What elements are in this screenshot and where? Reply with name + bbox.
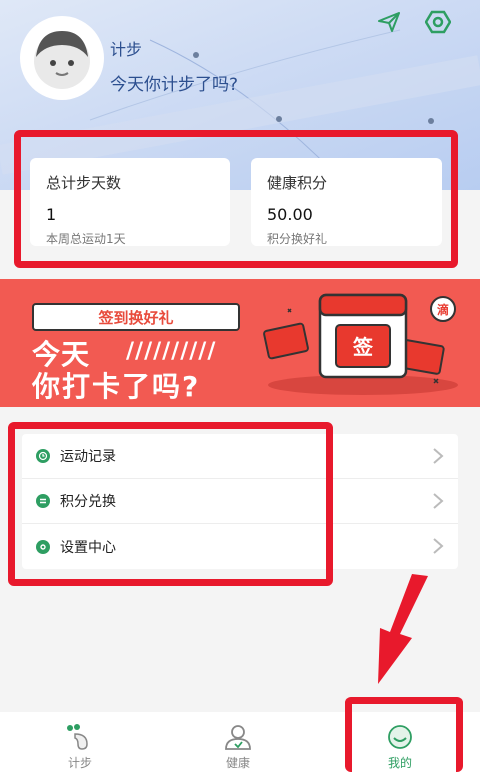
- footprint-icon: [67, 724, 88, 750]
- menu-item-label: 积分兑换: [60, 494, 116, 510]
- tab-health-label: 健康: [225, 756, 250, 770]
- total-days-value: 1: [46, 205, 57, 224]
- tab-mine[interactable]: 我的: [360, 712, 440, 772]
- health-points-title: 健康积分: [267, 174, 328, 192]
- calendar-badge-text: 签: [352, 335, 374, 359]
- menu-item-points-exchange[interactable]: 积分兑换: [22, 479, 458, 524]
- health-points-value: 50.00: [267, 205, 313, 224]
- banner-slashes: //////////: [126, 339, 217, 364]
- menu-item-label: 运动记录: [60, 449, 116, 465]
- tab-mine-label: 我的: [387, 756, 412, 770]
- chevron-right-icon: [433, 538, 444, 554]
- tab-health[interactable]: 健康: [198, 712, 278, 772]
- total-days-sub: 本周总运动1天: [46, 232, 126, 246]
- banner-line2: 你打卡了吗?: [32, 370, 201, 403]
- tab-steps-label: 计步: [67, 756, 92, 770]
- pointer-arrow-icon: [378, 574, 428, 684]
- health-person-icon: [225, 725, 251, 750]
- banner-tag: 签到换好礼: [32, 303, 240, 331]
- total-days-card[interactable]: 总计步天数 1 本周总运动1天: [30, 158, 230, 246]
- menu-item-settings-center[interactable]: 设置中心: [22, 524, 458, 569]
- checkin-banner[interactable]: 签到换好礼 今天 ////////// 你打卡了吗? 签 滴: [0, 279, 480, 407]
- menu-item-label: 设置中心: [60, 539, 116, 556]
- checkin-calendar-illustration: 签 滴: [263, 293, 458, 395]
- settings-icon: [36, 539, 50, 554]
- username: 计步: [110, 40, 143, 59]
- motto-text: 今天你计步了吗?: [110, 75, 239, 95]
- health-points-sub: 积分换好礼: [267, 232, 328, 246]
- avatar[interactable]: [20, 16, 104, 100]
- bottom-tab-bar: 计步 健康 我的: [0, 712, 480, 772]
- menu-item-sport-record[interactable]: 运动记录: [22, 434, 458, 479]
- tab-steps[interactable]: 计步: [40, 712, 120, 772]
- settings-menu: 运动记录 积分兑换 设置中心: [22, 434, 458, 569]
- chevron-right-icon: [433, 448, 444, 464]
- avatar-face-icon: [34, 31, 90, 89]
- health-points-card[interactable]: 健康积分 50.00 积分换好礼: [251, 158, 442, 246]
- clock-icon: [36, 449, 50, 463]
- total-days-title: 总计步天数: [46, 174, 122, 192]
- bubble-text: 滴: [437, 302, 449, 317]
- chevron-right-icon: [433, 493, 444, 509]
- exchange-icon: [36, 494, 50, 508]
- profile-page: 计步 今天你计步了吗? 总计步天数 1 本周总运动1天 健康积分 50.00 积…: [0, 0, 480, 772]
- send-icon[interactable]: [375, 8, 403, 36]
- smile-icon: [388, 725, 412, 749]
- settings-hex-icon[interactable]: [424, 8, 452, 36]
